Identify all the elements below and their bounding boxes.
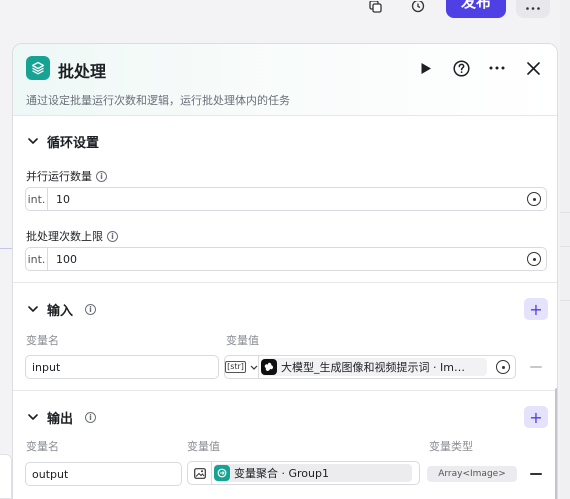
int-type-prefix: int. [26,248,48,270]
add-output-button[interactable]: + [524,406,548,428]
reference-text: 变量聚合 · Group1 [234,467,329,480]
reference-text: 大模型_生成图像和视频提示词 · Im… [281,361,465,374]
chevron-down-icon [250,365,258,370]
batch-limit-label: 批处理次数上限 i [26,228,118,244]
section-divider [13,390,557,391]
reference-tag[interactable]: 变量聚合 · Group1 [214,464,412,482]
panel-title: 批处理 [58,62,107,81]
panel-header: 批处理 通过设定批量运行次数和逻辑，运行批处理体内的任务 [13,44,557,116]
more-icon[interactable] [487,58,507,78]
output-section-title: 输出 [47,412,74,427]
input-col-value: 变量值 [226,334,259,347]
canvas-right-edge [560,0,570,499]
reference-tag[interactable]: 大模型_生成图像和视频提示词 · Im… [261,358,487,376]
variable-reference-icon[interactable] [527,192,541,206]
remove-output-icon[interactable] [530,473,542,475]
parallel-count-value[interactable]: 10 [48,193,527,206]
input-var-value-field[interactable]: [str] 大模型_生成图像和视频提示词 · Im… [224,355,516,379]
batch-limit-input[interactable]: int. 100 [25,247,547,271]
output-col-value: 变量值 [187,440,220,453]
output-type-badge: Array<Image> [427,466,517,482]
add-input-button[interactable]: + [524,298,548,320]
close-icon[interactable] [523,58,543,78]
input-var-name-field[interactable]: input [25,355,219,379]
panel-description: 通过设定批量运行次数和逻辑，运行批处理体内的任务 [26,94,290,107]
help-icon[interactable] [451,58,471,78]
output-section-header[interactable]: 输出 i [27,408,97,427]
input-col-name: 变量名 [26,334,59,347]
publish-button[interactable]: 发布 [446,0,506,18]
top-toolbar: 发布 [0,0,570,36]
output-var-value-field[interactable]: 变量聚合 · Group1 [187,461,420,485]
info-icon[interactable]: i [96,170,107,182]
batch-limit-value[interactable]: 100 [48,253,527,266]
llm-node-icon [261,359,277,375]
chevron-down-icon [27,304,39,316]
remove-input-icon[interactable] [530,366,542,368]
output-var-name-field[interactable]: output [25,462,182,486]
batch-node-icon [26,56,50,80]
parallel-count-label: 并行运行数量 i [26,168,107,184]
output-col-name: 变量名 [26,440,59,453]
info-icon[interactable]: i [107,230,118,242]
chevron-down-icon [27,412,39,424]
loop-settings-title: 循环设置 [47,136,100,151]
image-type-icon [188,462,212,484]
int-type-prefix: int. [26,188,48,210]
batch-node-panel: 批处理 通过设定批量运行次数和逻辑，运行批处理体内的任务 循环设置 并行运行数量… [12,43,558,499]
more-options-button[interactable] [516,0,550,18]
loop-settings-header[interactable]: 循环设置 [27,132,99,151]
input-section-header[interactable]: 输入 i [27,300,97,319]
output-col-type: 变量类型 [429,440,473,453]
parallel-count-input[interactable]: int. 10 [25,187,547,211]
variable-reference-icon[interactable] [496,360,510,374]
info-icon[interactable]: i [85,304,97,315]
variable-reference-icon[interactable] [527,252,541,266]
copy-icon[interactable] [365,0,385,14]
more-icon [526,7,540,10]
type-select[interactable]: [str] [225,356,259,378]
canvas-node-edge [0,454,12,499]
run-icon[interactable] [416,58,436,78]
history-icon[interactable] [408,0,428,14]
section-divider [13,282,557,283]
panel-scrollbar[interactable] [555,388,557,499]
input-section-title: 输入 [47,304,74,319]
info-icon[interactable]: i [85,412,97,423]
variable-merge-icon [214,465,230,481]
chevron-down-icon [27,136,39,148]
